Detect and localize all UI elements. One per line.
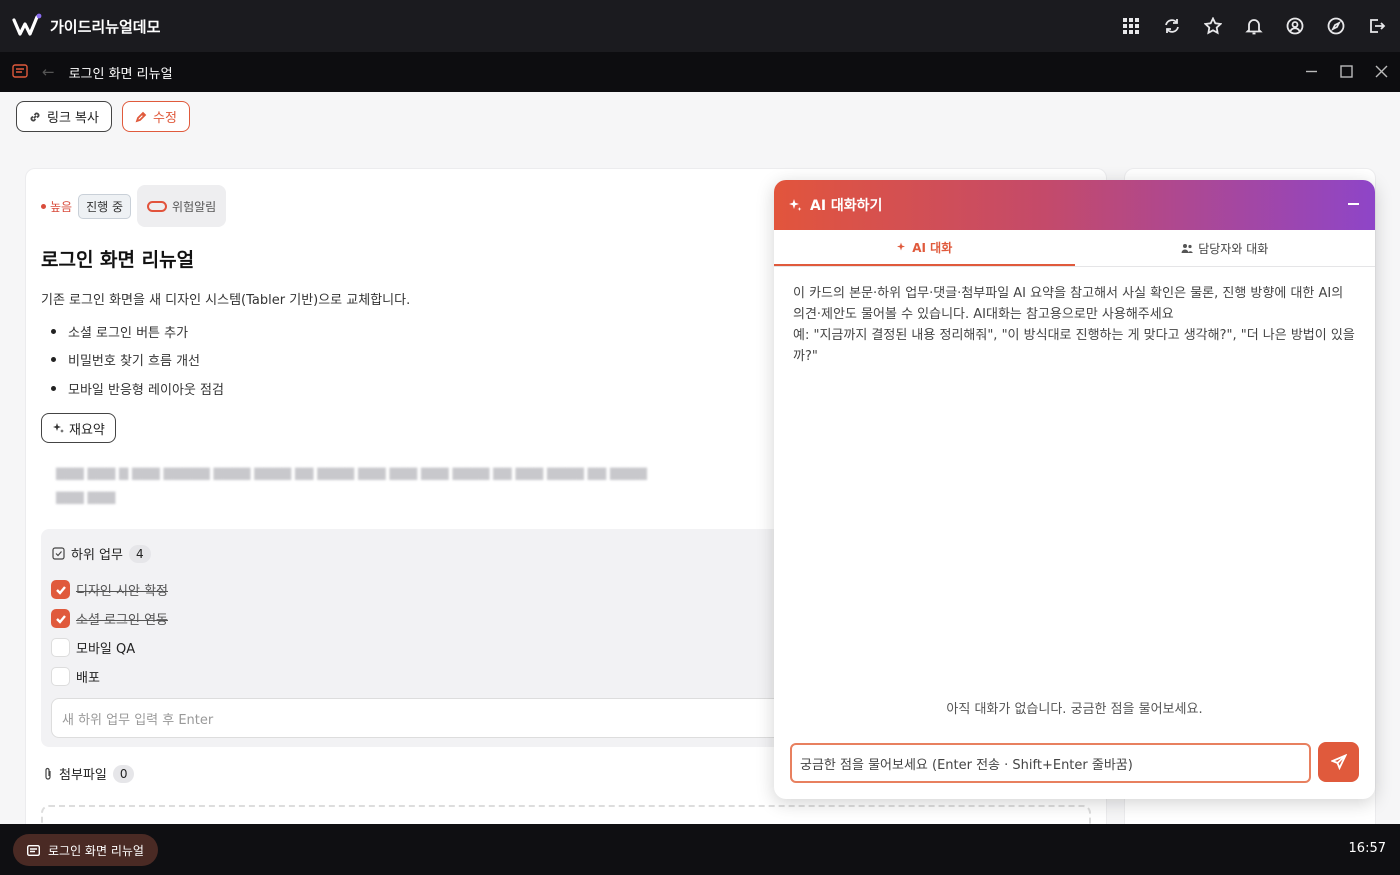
send-icon <box>1330 754 1347 770</box>
copy-link-label: 링크 복사 <box>47 111 99 126</box>
ai-chat-panel: AI 대화하기 AI 대화 담당자와 대화 이 카드의 본문·하위 업무·댓글·… <box>774 180 1375 799</box>
subtask-item[interactable]: 모바일 QA <box>51 638 135 657</box>
ai-intro-text: 이 카드의 본문·하위 업무·댓글·첨부파일 AI 요약을 참고해서 사실 확인… <box>793 283 1359 367</box>
star-icon[interactable] <box>1204 17 1222 35</box>
window-title: 로그인 화면 리뉴얼 <box>68 66 173 82</box>
paperclip-icon <box>45 767 51 780</box>
app-topbar: 가이드리뉴얼데모 <box>0 0 1400 52</box>
checked-checkbox[interactable] <box>51 580 70 599</box>
list-item: 소셜 로그인 버튼 추가 <box>41 317 224 346</box>
user-circle-icon[interactable] <box>1286 17 1304 35</box>
subtask-label: 소셜 로그인 연동 <box>76 613 168 628</box>
tab-label: 담당자와 대화 <box>1198 241 1269 256</box>
taskbar-window-chip[interactable]: 로그인 화면 리뉴얼 <box>13 834 158 866</box>
sparkle-icon <box>789 199 802 211</box>
document-icon <box>12 63 28 82</box>
apps-grid-icon[interactable] <box>1122 17 1140 35</box>
users-icon <box>1181 243 1194 253</box>
subtask-item[interactable]: 소셜 로그인 연동 <box>51 609 168 628</box>
taskbar-chip-label: 로그인 화면 리뉴얼 <box>48 843 144 858</box>
refresh-icon[interactable] <box>1163 17 1181 35</box>
checked-checkbox[interactable] <box>51 609 70 628</box>
ai-intro-description: 이 카드의 본문·하위 업무·댓글·첨부파일 AI 요약을 참고해서 사실 확인… <box>793 286 1344 322</box>
subtasks-title: 하위 업무 <box>71 548 123 563</box>
minimize-icon[interactable] <box>1348 203 1359 205</box>
ai-intro-examples: 예: "지금까지 결정된 내용 정리해줘", "이 방식대로 진행하는 게 맞다… <box>793 328 1355 364</box>
minimize-icon[interactable] <box>1305 63 1318 82</box>
edit-button[interactable]: 수정 <box>121 101 190 132</box>
resummary-label: 재요약 <box>69 422 105 438</box>
app-title: 가이드리뉴얼데모 <box>50 17 161 36</box>
file-dropzone[interactable] <box>41 805 1091 824</box>
pencil-icon <box>135 111 147 122</box>
back-arrow-icon[interactable]: ← <box>42 63 55 81</box>
app-logo[interactable] <box>12 13 42 39</box>
sparkle-icon <box>53 423 64 433</box>
ai-panel-title: AI 대화하기 <box>810 198 883 214</box>
attachments-header: 첨부파일 0 <box>43 764 135 783</box>
link-icon <box>30 112 40 121</box>
checkbox-icon <box>52 547 65 560</box>
priority-badge: 높음 <box>41 198 72 215</box>
tab-assignee-chat[interactable]: 담당자와 대화 <box>1075 230 1376 266</box>
logout-icon[interactable] <box>1368 17 1386 35</box>
tab-ai-chat[interactable]: AI 대화 <box>774 230 1075 266</box>
clock: 16:57 <box>1348 841 1386 856</box>
bell-icon[interactable] <box>1245 17 1263 35</box>
subtask-item[interactable]: 디자인 시안 확정 <box>51 580 168 599</box>
card-title: 로그인 화면 리뉴얼 <box>41 249 195 271</box>
priority-label: 높음 <box>50 199 73 214</box>
risk-alert-toggle[interactable]: 위험알림 <box>137 185 227 227</box>
risk-alert-label: 위험알림 <box>172 199 217 214</box>
tab-label: AI 대화 <box>912 240 953 255</box>
attachments-count: 0 <box>112 764 135 783</box>
copy-link-button[interactable]: 링크 복사 <box>16 101 112 132</box>
subtasks-count: 4 <box>128 544 151 563</box>
list-item: 모바일 반응형 레이아웃 점검 <box>41 374 224 403</box>
card-description: 기존 로그인 화면을 새 디자인 시스템(Tabler 기반)으로 교체합니다. <box>41 293 411 308</box>
document-icon <box>27 844 40 856</box>
taskbar: 로그인 화면 리뉴얼 16:57 <box>0 824 1400 875</box>
toggle-icon <box>147 200 168 212</box>
edit-label: 수정 <box>152 111 177 126</box>
summary-placeholder-blur: ▇▇▇ ▇▇▇ ▇ ▇▇▇ ▇▇▇▇▇ ▇▇▇▇ ▇▇▇▇ ▇▇ ▇▇▇▇ ▇▇… <box>56 466 647 504</box>
close-icon[interactable] <box>1375 63 1388 82</box>
resummary-button[interactable]: 재요약 <box>41 413 116 443</box>
subtask-item[interactable]: 배포 <box>51 667 100 686</box>
ai-question-input[interactable]: 궁금한 점을 물어보세요 (Enter 전송 · Shift+Enter 줄바꿈… <box>790 743 1311 783</box>
list-item: 비밀번호 찾기 흐름 개선 <box>41 346 224 375</box>
sparkle-icon <box>897 242 906 250</box>
window-titlebar: ← 로그인 화면 리뉴얼 <box>0 52 1400 92</box>
ai-empty-state: 아직 대화가 없습니다. 궁금한 점을 물어보세요. <box>946 702 1203 717</box>
ai-panel-header: AI 대화하기 <box>774 180 1375 230</box>
compass-icon[interactable] <box>1327 17 1345 35</box>
subtask-label: 모바일 QA <box>76 642 136 657</box>
attachments-title: 첨부파일 <box>59 768 107 783</box>
subtasks-section: 하위 업무 4 디자인 시안 확정 소셜 로그인 연동 모바일 QA 배포 새 … <box>41 529 801 747</box>
unchecked-checkbox[interactable] <box>51 638 70 657</box>
card-bullet-list: 소셜 로그인 버튼 추가 비밀번호 찾기 흐름 개선 모바일 반응형 레이아웃 … <box>41 317 224 403</box>
unchecked-checkbox[interactable] <box>51 667 70 686</box>
maximize-icon[interactable] <box>1340 63 1353 82</box>
subtask-label: 배포 <box>76 671 100 686</box>
send-button[interactable] <box>1318 742 1359 782</box>
subtask-label: 디자인 시안 확정 <box>76 584 168 599</box>
status-badge[interactable]: 진행 중 <box>78 193 132 219</box>
new-subtask-input[interactable]: 새 하위 업무 입력 후 Enter <box>51 698 791 738</box>
